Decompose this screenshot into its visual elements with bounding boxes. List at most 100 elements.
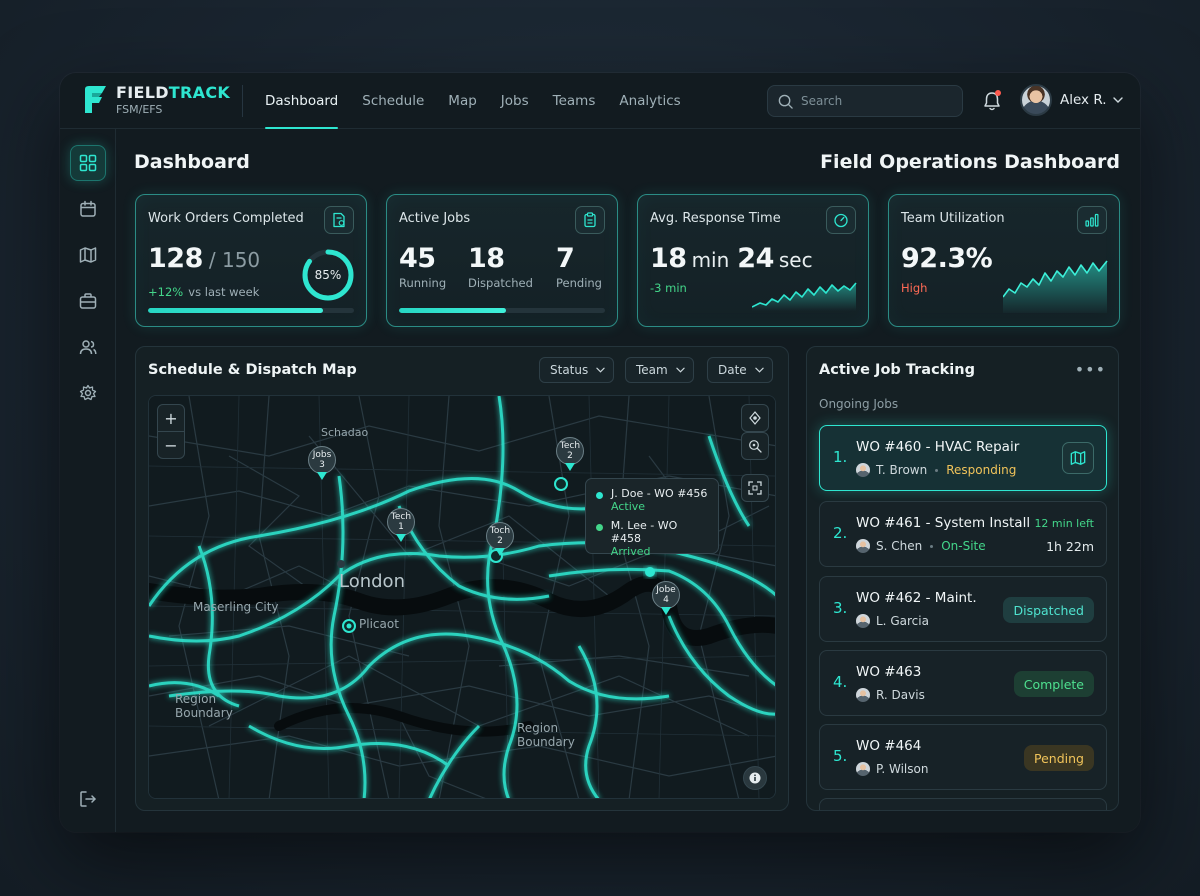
sidebar-item-map[interactable] xyxy=(70,237,106,273)
stat-icon-button[interactable] xyxy=(1077,206,1107,234)
topbar-divider xyxy=(242,85,243,117)
search-box[interactable] xyxy=(767,85,963,117)
team-filter[interactable]: Team xyxy=(625,357,694,383)
map-info-button[interactable] xyxy=(743,766,767,790)
job-status: Responding xyxy=(946,463,1017,477)
job-time-left: 12 min left xyxy=(1034,517,1094,530)
status-filter-label: Status xyxy=(550,363,589,377)
chevron-down-icon xyxy=(596,367,605,373)
running-value: 45 xyxy=(399,243,436,274)
user-menu[interactable]: Alex R. xyxy=(1020,84,1123,116)
notification-dot xyxy=(995,90,1001,96)
response-min-unit: min xyxy=(691,248,730,272)
stat-icon-button[interactable] xyxy=(575,206,605,234)
map-pin-jobs-4[interactable]: Jobe 4 xyxy=(652,581,680,619)
tooltip-name: M. Lee - WO #458 xyxy=(610,519,678,545)
more-options-button[interactable]: ••• xyxy=(1075,360,1106,379)
notifications-button[interactable] xyxy=(982,90,1002,112)
job-meta: L. Garcia xyxy=(856,614,929,628)
view-on-map-button[interactable] xyxy=(1062,442,1094,474)
stat-card-response-time[interactable]: Avg. Response Time 18 min 24 sec -3 min xyxy=(637,194,869,327)
response-sec-value: 24 xyxy=(737,243,774,274)
job-title: WO #464 xyxy=(856,738,922,754)
sidebar-logout[interactable] xyxy=(70,781,106,817)
stat-title: Team Utilization xyxy=(901,211,1005,226)
sidebar-item-teams[interactable] xyxy=(70,329,106,365)
job-item[interactable]: 3. WO #462 - Maint. L. Garcia Dispatched xyxy=(819,576,1107,642)
tooltip-name: J. Doe - WO #456 xyxy=(611,487,708,500)
nav-analytics[interactable]: Analytics xyxy=(619,73,680,129)
work-orders-value: 128 xyxy=(148,243,203,274)
nav-dashboard[interactable]: Dashboard xyxy=(265,73,339,129)
nav-map[interactable]: Map xyxy=(448,73,477,129)
job-item[interactable]: 5. WO #464 P. Wilson Pending xyxy=(819,724,1107,790)
clipboard-icon xyxy=(584,212,596,228)
zoom-in-button[interactable]: + xyxy=(157,404,185,432)
page-title: Dashboard xyxy=(134,151,250,173)
sidebar-item-settings[interactable] xyxy=(70,375,106,411)
dispatch-map[interactable]: Schadao London Maserling City Plicaot Re… xyxy=(148,395,776,799)
job-meta: S. Chen On-Site xyxy=(856,539,986,553)
map-canvas xyxy=(149,396,775,798)
date-filter-label: Date xyxy=(718,363,747,377)
nav-teams[interactable]: Teams xyxy=(553,73,596,129)
stat-card-active-jobs[interactable]: Active Jobs 45 Running 18 Dispatched 7 P… xyxy=(386,194,618,327)
avatar xyxy=(856,463,870,477)
job-person: L. Garcia xyxy=(876,614,929,628)
avatar xyxy=(856,762,870,776)
fullscreen-icon xyxy=(748,481,762,495)
job-number: 2. xyxy=(833,524,848,542)
status-badge: Pending xyxy=(1024,745,1094,771)
job-number: 1. xyxy=(833,448,848,466)
job-item-partial[interactable] xyxy=(819,798,1107,810)
map-pin-tech-1[interactable]: Tech 1 xyxy=(387,508,415,546)
fullscreen-button[interactable] xyxy=(741,474,769,502)
utilization-level: High xyxy=(901,281,928,295)
utilization-value: 92.3% xyxy=(901,243,993,274)
map-label-city: London xyxy=(339,571,405,592)
sidebar-item-jobs[interactable] xyxy=(70,283,106,319)
job-item[interactable]: 1. WO #460 - HVAC Repair T. Brown Respon… xyxy=(819,425,1107,491)
stat-card-work-orders[interactable]: Work Orders Completed 128 / 150 +12% vs … xyxy=(135,194,367,327)
map-icon xyxy=(79,247,97,263)
dispatched-label: Dispatched xyxy=(468,276,533,290)
zoom-out-button[interactable]: − xyxy=(157,431,185,459)
brand-logo[interactable]: FIELDTRACK FSM/EFS xyxy=(82,85,230,115)
map-label-region-sw: Region Boundary xyxy=(175,692,233,720)
pending-label: Pending xyxy=(556,276,602,290)
job-duration: 1h 22m xyxy=(1046,539,1094,554)
response-sec-unit: sec xyxy=(778,248,813,272)
job-number: 3. xyxy=(833,599,848,617)
stat-icon-button[interactable] xyxy=(324,206,354,234)
date-filter[interactable]: Date xyxy=(707,357,773,383)
page-title-right: Field Operations Dashboard xyxy=(820,151,1120,173)
map-zoom-search-button[interactable] xyxy=(741,432,769,460)
stat-title: Work Orders Completed xyxy=(148,211,304,226)
chevron-down-icon xyxy=(755,367,764,373)
stat-icon-button[interactable] xyxy=(826,206,856,234)
settings-icon xyxy=(79,384,97,401)
job-number: 5. xyxy=(833,747,848,765)
status-filter[interactable]: Status xyxy=(539,357,615,383)
sidebar-item-dashboard[interactable] xyxy=(70,145,106,181)
search-input[interactable] xyxy=(801,94,951,108)
avatar xyxy=(856,688,870,702)
map-pin-tech-2-north[interactable]: Tech 2 xyxy=(556,437,584,475)
jobs-panel-title: Active Job Tracking xyxy=(819,362,975,378)
map-panel-title: Schedule & Dispatch Map xyxy=(148,362,357,378)
locate-button[interactable] xyxy=(741,404,769,432)
stat-card-utilization[interactable]: Team Utilization 92.3% High xyxy=(888,194,1120,327)
nav-schedule[interactable]: Schedule xyxy=(362,73,424,129)
job-item[interactable]: 2. WO #461 - System Install 12 min left … xyxy=(819,501,1107,567)
job-item[interactable]: 4. WO #463 R. Davis Complete xyxy=(819,650,1107,716)
map-pin-tech-2-center[interactable]: Toch 2 xyxy=(486,522,514,560)
user-name: Alex R. xyxy=(1060,92,1107,108)
gauge-icon xyxy=(834,213,848,228)
job-person: S. Chen xyxy=(876,539,923,553)
nav-jobs[interactable]: Jobs xyxy=(501,73,529,129)
sidebar-item-schedule[interactable] xyxy=(70,191,106,227)
avatar xyxy=(856,614,870,628)
map-pin-jobs-3[interactable]: Jobs 3 xyxy=(308,446,336,484)
active-jobs-progress xyxy=(399,308,605,313)
work-orders-total: / 150 xyxy=(208,248,261,272)
